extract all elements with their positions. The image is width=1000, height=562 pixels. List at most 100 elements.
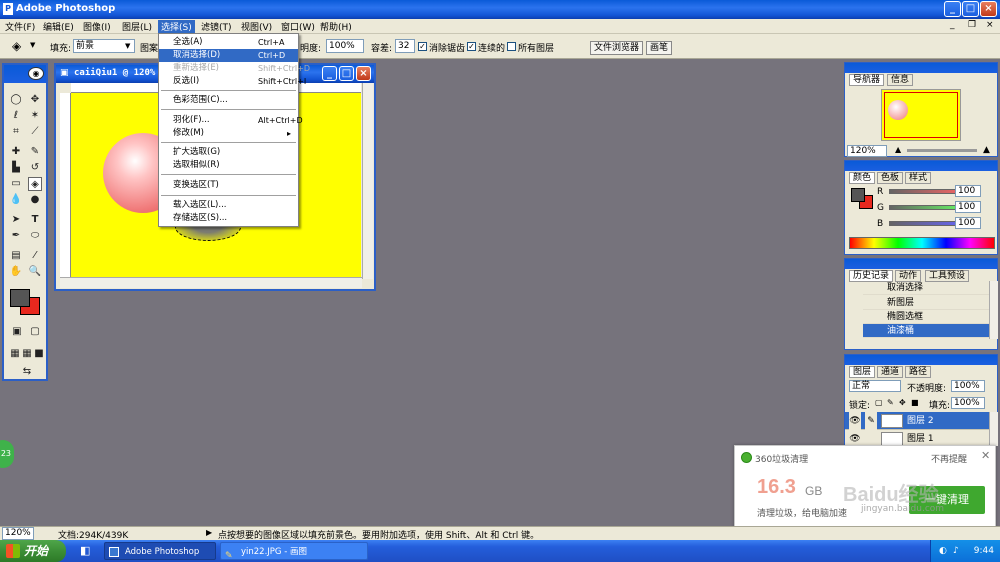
shape-tool-icon[interactable]: ⬭ [28, 229, 42, 243]
standard-mode-icon[interactable]: ▣ [10, 325, 24, 339]
lock-image-icon[interactable]: ✎ [887, 398, 894, 407]
adobe-eye-icon[interactable]: ◉ [28, 67, 44, 80]
document-maximize-button[interactable]: □ [339, 66, 354, 81]
foreground-color-swatch[interactable] [10, 289, 30, 307]
tab-navigator[interactable]: 导航器 [849, 74, 885, 86]
menu-filter[interactable]: 滤镜(T) [198, 20, 235, 33]
lock-transparency-icon[interactable]: ▢ [875, 398, 883, 407]
document-vertical-scrollbar[interactable] [362, 83, 373, 279]
antialias-checkbox[interactable]: ✓ [418, 42, 427, 51]
menu-save-selection[interactable]: 存储选区(S)... [159, 212, 298, 225]
slice-tool-icon[interactable]: ⟋ [28, 125, 42, 139]
close-icon[interactable]: ✕ [981, 449, 990, 462]
document-horizontal-scrollbar[interactable] [60, 277, 362, 288]
crop-tool-icon[interactable]: ⌗ [9, 125, 23, 139]
menu-image[interactable]: 图像(I) [80, 20, 114, 33]
fill-select-chevron-icon[interactable]: ▼ [125, 42, 130, 50]
start-button[interactable]: 开始 [0, 540, 66, 562]
menu-modify[interactable]: 修改(M) ▸ [159, 127, 298, 140]
menu-load-selection[interactable]: 载入选区(L)... [159, 199, 298, 212]
history-item-current[interactable]: 油漆桶 [863, 324, 993, 338]
minimize-button[interactable]: _ [944, 1, 961, 17]
menu-feather[interactable]: 羽化(F)... Alt+Ctrl+D [159, 114, 303, 127]
tab-layers[interactable]: 图层 [849, 366, 876, 378]
file-browser-tab[interactable]: 文件浏览器 [590, 41, 644, 55]
tab-paths[interactable]: 路径 [905, 366, 932, 378]
layer-opacity-field[interactable]: 100% [951, 380, 985, 392]
tab-color[interactable]: 颜色 [849, 172, 876, 184]
navigator-zoom-field[interactable]: 120% [847, 145, 887, 157]
zoom-in-icon[interactable]: ▲ [983, 145, 990, 155]
path-selection-tool-icon[interactable]: ➤ [9, 213, 23, 227]
brush-tool-icon[interactable]: ✎ [28, 145, 42, 159]
hand-tool-icon[interactable]: ✋ [9, 265, 23, 279]
blend-mode-select[interactable]: 正常 [849, 380, 901, 392]
navigator-zoom-slider[interactable] [907, 149, 977, 152]
close-button[interactable]: × [980, 1, 997, 17]
b-field[interactable]: 100 [955, 217, 981, 229]
contiguous-checkbox[interactable]: ✓ [467, 42, 476, 51]
task-paint[interactable]: ✎ yin22.JPG - 画图 [220, 542, 368, 561]
r-field[interactable]: 100 [955, 185, 981, 197]
tab-channels[interactable]: 通道 [877, 366, 904, 378]
status-zoom-field[interactable]: 120% [2, 527, 34, 540]
menu-inverse[interactable]: 反选(I) Shift+Ctrl+I [159, 75, 306, 88]
history-brush-tool-icon[interactable]: ↺ [28, 161, 42, 175]
paint-bucket-icon[interactable]: ◈ [12, 39, 21, 53]
pen-tool-icon[interactable]: ✒ [9, 229, 23, 243]
marquee-tool-icon[interactable]: ◯ [9, 93, 23, 107]
tray-icon[interactable]: ◐ [939, 540, 947, 562]
doc-minimize-icon[interactable]: _ [950, 20, 955, 30]
menu-window[interactable]: 窗口(W) [278, 20, 318, 33]
lasso-tool-icon[interactable]: ℓ [9, 109, 23, 123]
opacity-field[interactable]: 100% [326, 39, 364, 53]
eye-icon[interactable]: 👁 [849, 412, 861, 430]
eyedropper-tool-icon[interactable]: ⁄ [28, 249, 42, 263]
lock-all-icon[interactable]: ■ [911, 398, 919, 407]
maximize-button[interactable]: □ [962, 1, 979, 17]
doc-close-icon[interactable]: × [986, 20, 994, 30]
tolerance-field[interactable]: 32 [395, 39, 415, 53]
stamp-tool-icon[interactable]: ▙ [9, 161, 23, 175]
layers-scrollbar[interactable] [989, 412, 998, 446]
quick-mask-mode-icon[interactable]: ▢ [28, 325, 42, 339]
status-arrow-icon[interactable]: ▶ [206, 528, 212, 537]
magic-wand-tool-icon[interactable]: ✶ [28, 109, 42, 123]
paint-bucket-tool-icon[interactable]: ◈ [28, 177, 42, 191]
color-spectrum-bar[interactable] [849, 237, 995, 249]
healing-brush-tool-icon[interactable]: ✚ [9, 145, 23, 159]
menu-edit[interactable]: 编辑(E) [40, 20, 77, 33]
menu-color-range[interactable]: 色彩范围(C)... [159, 94, 298, 107]
imageready-jump-icon[interactable]: ⇆ [14, 365, 40, 379]
brushes-tab[interactable]: 画笔 [646, 41, 673, 55]
menu-view[interactable]: 视图(V) [238, 20, 275, 33]
dodge-tool-icon[interactable]: ● [28, 193, 42, 207]
menu-deselect[interactable]: 取消选择(D) Ctrl+D [159, 49, 298, 62]
navigator-preview[interactable] [881, 89, 961, 141]
menu-file[interactable]: 文件(F) [2, 20, 38, 33]
all-layers-checkbox[interactable] [507, 42, 516, 51]
move-tool-icon[interactable]: ✥ [28, 93, 42, 107]
tool-preset-chevron-icon[interactable]: ▼ [30, 41, 35, 49]
document-minimize-button[interactable]: _ [322, 66, 337, 81]
layer-row-active[interactable]: 👁 ✎ 图层 2 [845, 412, 991, 430]
type-tool-icon[interactable]: T [28, 213, 42, 227]
zoom-out-icon[interactable]: ▲ [895, 145, 901, 154]
tab-swatches[interactable]: 色板 [877, 172, 904, 184]
notes-tool-icon[interactable]: ▤ [9, 249, 23, 263]
menu-layer[interactable]: 图层(L) [119, 20, 155, 33]
doc-restore-icon[interactable]: ❐ [968, 20, 976, 30]
document-close-button[interactable]: × [356, 66, 371, 81]
history-item[interactable]: 取消选择 [863, 281, 993, 295]
floating-badge[interactable]: 23 [0, 440, 14, 468]
volume-icon[interactable]: ♪ [953, 540, 959, 562]
tab-styles[interactable]: 样式 [905, 172, 932, 184]
screen-mode-full-icon[interactable]: ■ [32, 347, 46, 361]
history-item[interactable]: 椭圆选框 [863, 310, 993, 324]
zoom-tool-icon[interactable]: 🔍 [28, 265, 42, 279]
history-item[interactable]: 新图层 [863, 296, 993, 310]
eraser-tool-icon[interactable]: ▭ [9, 177, 23, 191]
menu-reselect[interactable]: 重新选择(E) Shift+Ctrl+D [159, 62, 310, 75]
tab-info[interactable]: 信息 [887, 74, 914, 86]
layer-fill-field[interactable]: 100% [951, 397, 985, 409]
